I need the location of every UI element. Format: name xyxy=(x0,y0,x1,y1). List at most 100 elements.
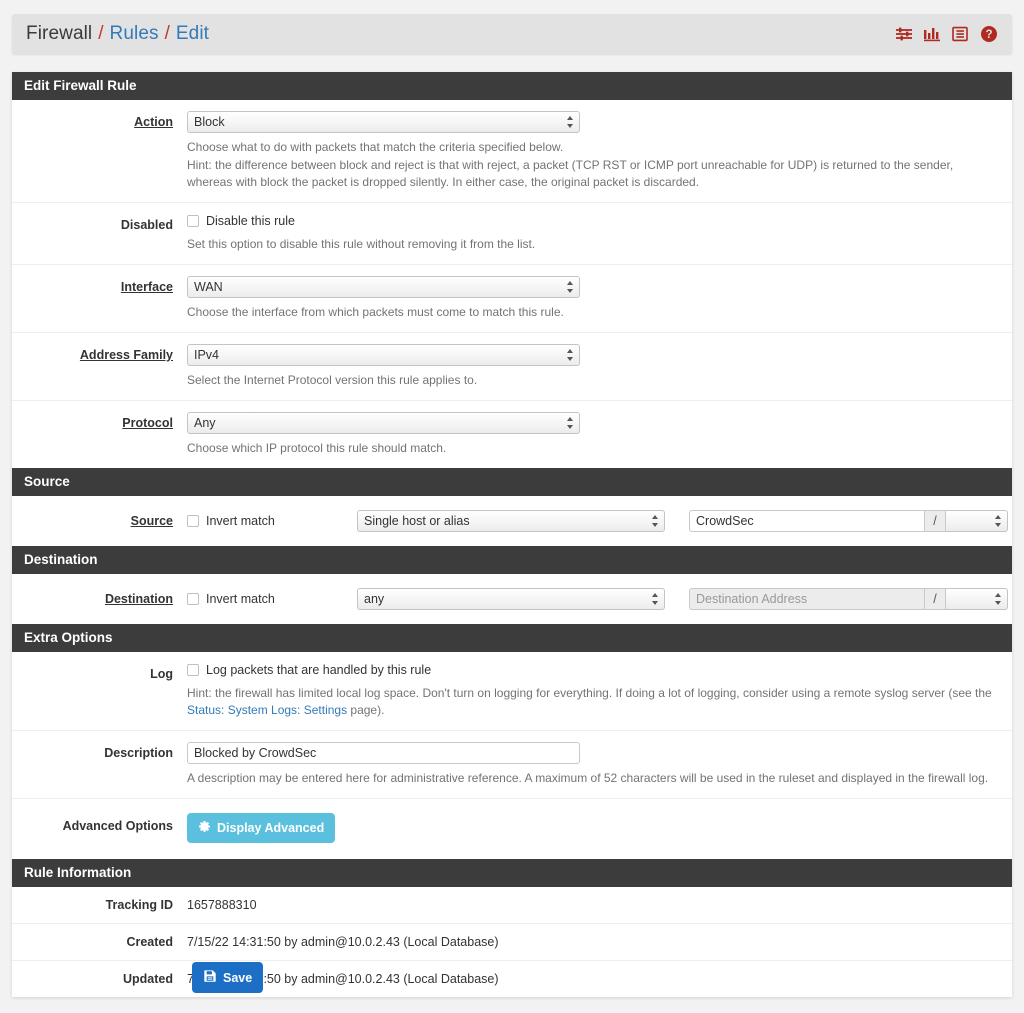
sliders-icon[interactable] xyxy=(895,26,913,42)
chart-icon[interactable] xyxy=(924,26,941,42)
breadcrumb-link-rules[interactable]: Rules xyxy=(110,23,159,45)
breadcrumb-link-edit[interactable]: Edit xyxy=(176,23,209,45)
protocol-select-wrap: Any xyxy=(187,412,580,434)
help-action-1: Choose what to do with packets that matc… xyxy=(187,139,996,156)
destination-address-input[interactable] xyxy=(689,588,924,610)
row-log: Log Log packets that are handled by this… xyxy=(12,652,1012,731)
row-disabled: Disabled Disable this rule Set this opti… xyxy=(12,203,1012,265)
breadcrumb-separator-1: / xyxy=(98,23,103,45)
save-label: Save xyxy=(223,971,252,985)
interface-select[interactable]: WAN xyxy=(187,276,580,298)
help-icon[interactable]: ? xyxy=(980,25,998,43)
destination-mask-select[interactable] xyxy=(946,588,1008,610)
help-address-family: Select the Internet Protocol version thi… xyxy=(187,372,996,389)
source-mask-select[interactable] xyxy=(946,510,1008,532)
field-protocol: Any Choose which IP protocol this rule s… xyxy=(187,412,1012,457)
source-invert-checkbox-label[interactable]: Invert match xyxy=(187,514,357,528)
row-description: Description A description may be entered… xyxy=(12,731,1012,799)
panel-heading-edit-rule: Edit Firewall Rule xyxy=(12,72,1012,100)
value-tracking-id: 1657888310 xyxy=(187,898,257,912)
row-interface: Interface WAN Choose the interface from … xyxy=(12,265,1012,333)
display-advanced-label: Display Advanced xyxy=(217,821,324,835)
source-address-input[interactable] xyxy=(689,510,924,532)
field-disabled: Disable this rule Set this option to dis… xyxy=(187,214,1012,253)
table-row: Tracking ID 1657888310 xyxy=(12,887,1012,924)
label-advanced-options: Advanced Options xyxy=(12,813,187,833)
log-checkbox[interactable] xyxy=(187,664,199,676)
edit-rule-body: Action Block Choose what to do with pack… xyxy=(12,100,1012,468)
field-advanced-options: Display Advanced xyxy=(187,813,1012,843)
field-address-family: IPv4 Select the Internet Protocol versio… xyxy=(187,344,1012,389)
row-advanced-options: Advanced Options Display Advanced xyxy=(12,799,1012,859)
extra-options-body: Log Log packets that are handled by this… xyxy=(12,652,1012,859)
destination-invert-text: Invert match xyxy=(206,592,275,606)
label-protocol[interactable]: Protocol xyxy=(12,412,187,430)
destination-body: Destination Invert match any / xyxy=(12,574,1012,624)
help-action-2: Hint: the difference between block and r… xyxy=(187,157,996,191)
destination-address-group: / xyxy=(689,588,1008,610)
panel-heading-extra-options: Extra Options xyxy=(12,624,1012,652)
source-type-select[interactable]: Single host or alias xyxy=(357,510,665,532)
rule-edit-panel: Edit Firewall Rule Action Block Choose w… xyxy=(12,72,1012,997)
destination-invert-checkbox-label[interactable]: Invert match xyxy=(187,592,357,606)
form-actions: Save xyxy=(192,962,263,993)
list-icon[interactable] xyxy=(952,26,969,42)
destination-mask-select-wrap xyxy=(946,588,1008,610)
system-logs-settings-link[interactable]: Status: System Logs: Settings xyxy=(187,703,347,717)
action-select-wrap: Block xyxy=(187,111,580,133)
destination-invert-checkbox[interactable] xyxy=(187,593,199,605)
disable-rule-checkbox[interactable] xyxy=(187,215,199,227)
log-checkbox-label[interactable]: Log packets that are handled by this rul… xyxy=(187,663,431,677)
log-checkbox-text: Log packets that are handled by this rul… xyxy=(206,663,431,677)
address-family-select[interactable]: IPv4 xyxy=(187,344,580,366)
action-select[interactable]: Block xyxy=(187,111,580,133)
help-protocol: Choose which IP protocol this rule shoul… xyxy=(187,440,996,457)
field-destination: Invert match any / xyxy=(187,588,1024,610)
destination-separator: / xyxy=(924,588,946,610)
disable-rule-text: Disable this rule xyxy=(206,214,295,228)
breadcrumb-bar: Firewall / Rules / Edit xyxy=(12,14,1012,54)
help-description: A description may be entered here for ad… xyxy=(187,770,996,787)
label-log: Log xyxy=(12,663,187,681)
field-action: Block Choose what to do with packets tha… xyxy=(187,111,1012,191)
label-source[interactable]: Source xyxy=(12,510,187,528)
table-row: Created 7/15/22 14:31:50 by admin@10.0.2… xyxy=(12,924,1012,961)
help-log: Hint: the firewall has limited local log… xyxy=(187,685,996,719)
field-interface: WAN Choose the interface from which pack… xyxy=(187,276,1012,321)
rule-information-body: Tracking ID 1657888310 Created 7/15/22 1… xyxy=(12,887,1012,997)
row-action: Action Block Choose what to do with pack… xyxy=(12,100,1012,203)
breadcrumb-separator-2: / xyxy=(165,23,170,45)
description-input[interactable] xyxy=(187,742,580,764)
row-destination: Destination Invert match any / xyxy=(12,574,1012,624)
help-interface: Choose the interface from which packets … xyxy=(187,304,996,321)
label-action[interactable]: Action xyxy=(12,111,187,129)
save-button[interactable]: Save xyxy=(192,962,263,993)
panel-heading-destination: Destination xyxy=(12,546,1012,574)
panel-heading-rule-information: Rule Information xyxy=(12,859,1012,887)
source-separator: / xyxy=(924,510,946,532)
source-invert-text: Invert match xyxy=(206,514,275,528)
help-log-after: page). xyxy=(347,703,384,717)
label-description: Description xyxy=(12,742,187,760)
value-created: 7/15/22 14:31:50 by admin@10.0.2.43 (Loc… xyxy=(187,935,499,949)
source-invert-checkbox[interactable] xyxy=(187,515,199,527)
row-protocol: Protocol Any Choose which IP protocol th… xyxy=(12,401,1012,468)
label-tracking-id: Tracking ID xyxy=(12,898,187,912)
field-log: Log packets that are handled by this rul… xyxy=(187,663,1012,719)
label-address-family[interactable]: Address Family xyxy=(12,344,187,362)
svg-text:?: ? xyxy=(985,29,992,41)
breadcrumb-root: Firewall xyxy=(26,23,92,45)
help-log-before: Hint: the firewall has limited local log… xyxy=(187,686,992,700)
label-disabled: Disabled xyxy=(12,214,187,232)
disable-rule-checkbox-label[interactable]: Disable this rule xyxy=(187,214,295,228)
label-interface[interactable]: Interface xyxy=(12,276,187,294)
field-source: Invert match Single host or alias / xyxy=(187,510,1024,532)
display-advanced-button[interactable]: Display Advanced xyxy=(187,813,335,843)
label-destination[interactable]: Destination xyxy=(12,588,187,606)
destination-type-select-wrap: any xyxy=(357,588,665,610)
interface-select-wrap: WAN xyxy=(187,276,580,298)
panel-heading-source: Source xyxy=(12,468,1012,496)
gear-icon xyxy=(198,820,211,836)
destination-type-select[interactable]: any xyxy=(357,588,665,610)
protocol-select[interactable]: Any xyxy=(187,412,580,434)
